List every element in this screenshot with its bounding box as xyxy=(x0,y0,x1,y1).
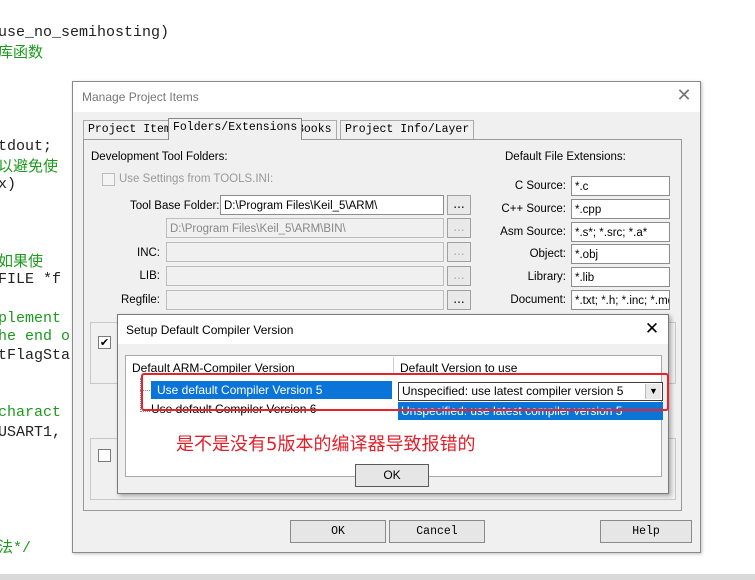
inc-field[interactable] xyxy=(166,242,444,262)
code-line: use_no_semihosting) xyxy=(0,24,170,41)
dropdown-option[interactable]: Unspecified: use latest compiler version… xyxy=(398,402,663,420)
layer-checkbox[interactable] xyxy=(98,449,111,462)
tab-project-info-layer[interactable]: Project Info/Layer xyxy=(340,120,475,139)
code-comment-line: 法*/ xyxy=(0,540,32,557)
library-field[interactable]: *.lib xyxy=(571,267,670,287)
tool-base-field[interactable]: D:\Program Files\Keil_5\ARM\ xyxy=(220,195,444,215)
dialog-titlebar[interactable]: Manage Project Items ✕ xyxy=(73,82,700,112)
cancel-button[interactable]: Cancel xyxy=(389,520,485,543)
compiler-version-list: Default ARM-Compiler Version Default Ver… xyxy=(125,355,663,477)
close-icon[interactable]: ✕ xyxy=(674,85,694,107)
subdialog-titlebar[interactable]: Setup Default Compiler Version ✕ xyxy=(118,315,668,344)
use-settings-checkbox[interactable] xyxy=(102,173,115,186)
code-line: FILE *f xyxy=(0,271,62,288)
inc-label: INC: xyxy=(137,247,160,259)
regfile-label: Regfile: xyxy=(121,294,160,306)
code-comment-line: 以避免使 xyxy=(0,159,59,176)
lib-field[interactable] xyxy=(166,266,444,286)
default-ext-label: Default File Extensions: xyxy=(505,151,626,163)
asm-source-field[interactable]: *.s*; *.src; *.a* xyxy=(571,222,670,242)
help-button[interactable]: Help xyxy=(600,520,692,543)
code-comment-line: 如果使 xyxy=(0,254,44,271)
code-comment-line: 库函数 xyxy=(0,45,44,62)
chevron-down-icon[interactable]: ▼ xyxy=(645,384,661,399)
list-item-compiler-v6[interactable]: Use default Compiler Version 6 xyxy=(151,402,316,416)
default-version-combo[interactable]: Unspecified: use latest compiler version… xyxy=(398,382,663,401)
subdialog-ok-button[interactable]: OK xyxy=(355,464,429,487)
cpp-source-field[interactable]: *.cpp xyxy=(571,199,670,219)
column-divider[interactable] xyxy=(393,357,394,375)
inc-browse-button[interactable]: ... xyxy=(447,242,471,262)
tab-folders-extensions[interactable]: Folders/Extensions xyxy=(168,118,303,140)
col-header-default-version[interactable]: Default Version to use xyxy=(400,361,517,375)
lib-label: LIB: xyxy=(139,270,160,282)
use-settings-label: Use Settings from TOOLS.INI: xyxy=(119,173,274,185)
c-source-label: C Source: xyxy=(514,180,566,192)
code-comment-line: he end o xyxy=(0,328,71,345)
c-source-field[interactable]: *.c xyxy=(571,176,670,196)
document-label: Document: xyxy=(510,294,566,306)
regfile-browse-button[interactable]: ... xyxy=(447,290,471,310)
bin-browse-button[interactable]: ... xyxy=(447,218,471,238)
annotation-text: 是不是没有5版本的编译器导致报错的 xyxy=(176,434,476,455)
subdialog-title: Setup Default Compiler Version xyxy=(126,323,294,337)
tree-connector xyxy=(140,390,150,391)
regfile-field[interactable] xyxy=(166,290,444,310)
tool-base-browse-button[interactable]: ... xyxy=(447,195,471,215)
asm-source-label: Asm Source: xyxy=(500,226,566,238)
close-icon[interactable]: ✕ xyxy=(642,318,662,340)
list-item-compiler-v5[interactable]: Use default Compiler Version 5 xyxy=(151,381,392,399)
col-header-compiler[interactable]: Default ARM-Compiler Version xyxy=(132,361,295,375)
tool-base-label: Tool Base Folder: xyxy=(130,200,220,212)
bin-field[interactable]: D:\Program Files\Keil_5\ARM\BIN\ xyxy=(166,218,444,238)
ok-button[interactable]: OK xyxy=(290,520,386,543)
object-label: Object: xyxy=(529,248,566,260)
object-field[interactable]: *.obj xyxy=(571,244,670,264)
dev-tool-folders-label: Development Tool Folders: xyxy=(91,151,228,163)
cpp-source-label: C++ Source: xyxy=(501,203,566,215)
tree-connector xyxy=(140,411,150,412)
document-field[interactable]: *.txt; *.h; *.inc; *.md xyxy=(571,290,670,310)
code-line: tdout; xyxy=(0,138,53,155)
code-line: USART1, xyxy=(0,424,62,441)
lib-browse-button[interactable]: ... xyxy=(447,266,471,286)
setup-compiler-version-dialog: Setup Default Compiler Version ✕ Default… xyxy=(117,314,669,494)
tree-connector xyxy=(140,378,141,412)
code-comment-line: plement xyxy=(0,310,62,327)
compiler-checkbox[interactable]: ✔ xyxy=(98,336,111,349)
combo-value: Unspecified: use latest compiler version… xyxy=(402,384,624,398)
library-label: Library: xyxy=(527,271,566,283)
code-line: tFlagSta xyxy=(0,347,71,364)
editor-scrollbar[interactable] xyxy=(0,574,755,580)
code-comment-line: charact xyxy=(0,404,62,421)
code-line: x) xyxy=(0,176,17,193)
dialog-title: Manage Project Items xyxy=(82,90,199,104)
